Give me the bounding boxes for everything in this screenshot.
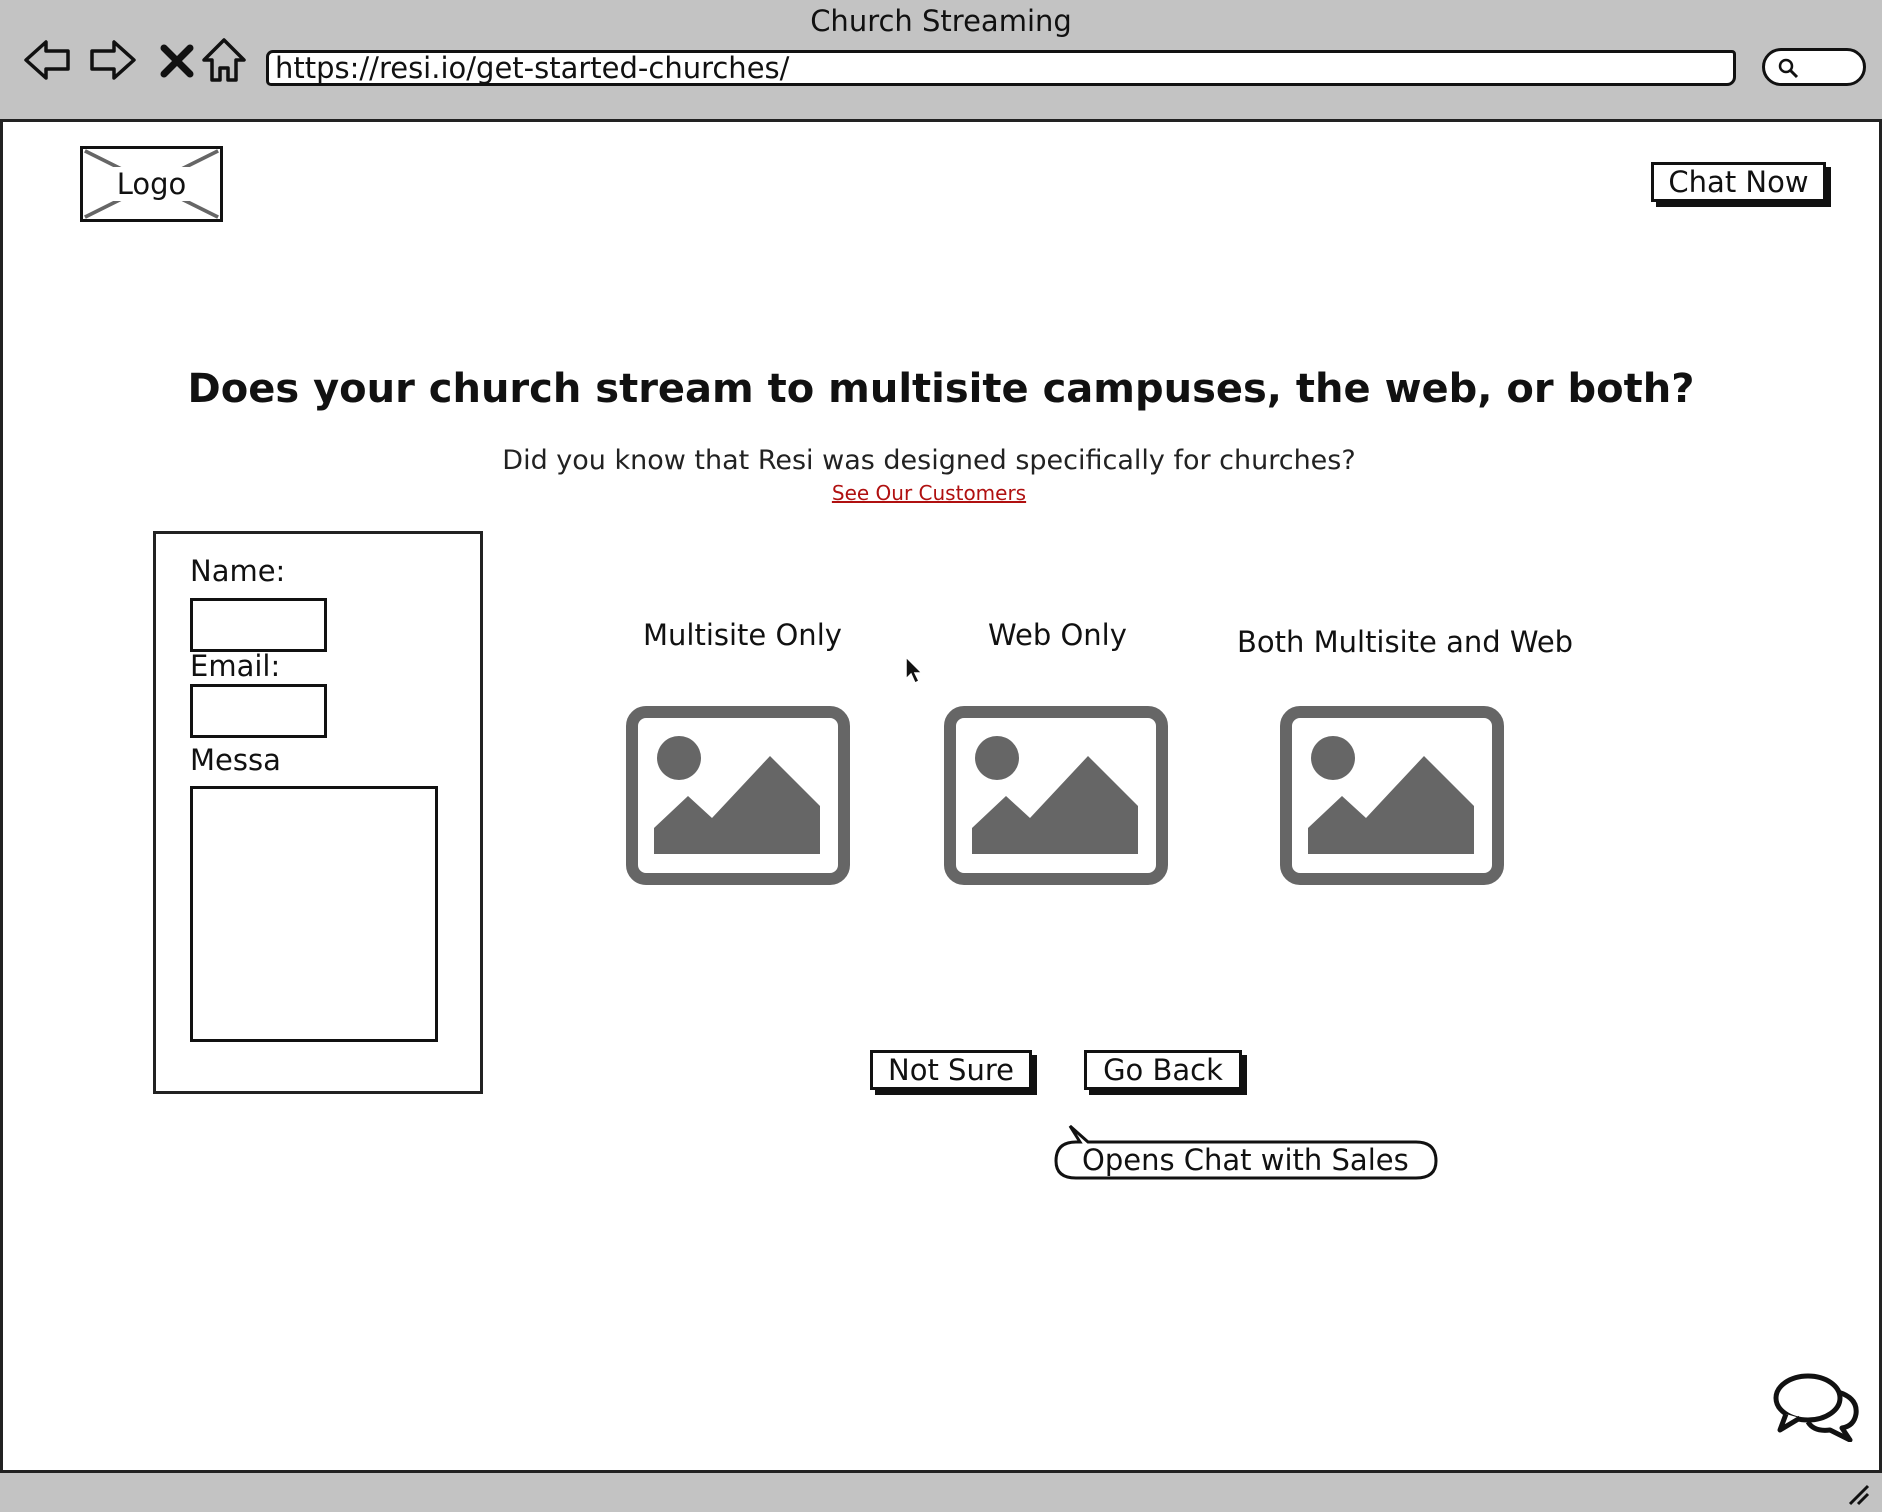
- browser-status-bar: [0, 1470, 1882, 1512]
- callout-note: Opens Chat with Sales: [1052, 1122, 1440, 1180]
- callout-text: Opens Chat with Sales: [1082, 1143, 1409, 1177]
- back-arrow-icon[interactable]: [22, 34, 74, 86]
- option-label-web: Web Only: [988, 618, 1127, 652]
- message-label: Messa: [190, 743, 281, 777]
- home-icon[interactable]: [198, 34, 250, 86]
- page-subheadline: Did you know that Resi was designed spec…: [502, 445, 1356, 476]
- name-field[interactable]: [190, 598, 327, 652]
- browser-search-field[interactable]: [1762, 48, 1866, 86]
- image-placeholder-icon[interactable]: [944, 706, 1168, 885]
- mouse-cursor-icon: [905, 655, 924, 685]
- message-field[interactable]: [190, 786, 438, 1042]
- browser-toolbar: Church Streaming https://resi.io/get-sta…: [0, 0, 1882, 122]
- search-icon: [1778, 58, 1799, 79]
- logo-label: Logo: [112, 167, 191, 201]
- chat-bubbles-icon[interactable]: [1772, 1370, 1862, 1442]
- logo-placeholder: Logo: [80, 146, 223, 222]
- image-placeholder-icon[interactable]: [626, 706, 850, 885]
- option-label-both: Both Multisite and Web: [1237, 625, 1574, 659]
- contact-form-panel: Name: Email: Messa: [153, 531, 483, 1094]
- option-label-multisite: Multisite Only: [643, 618, 842, 652]
- window-title: Church Streaming: [810, 4, 1072, 38]
- name-label: Name:: [190, 554, 286, 588]
- forward-arrow-icon[interactable]: [86, 34, 138, 86]
- resize-grip-icon[interactable]: [1844, 1480, 1870, 1506]
- see-customers-link[interactable]: See Our Customers: [0, 481, 1858, 505]
- chat-now-button[interactable]: Chat Now: [1651, 162, 1826, 202]
- image-placeholder-icon[interactable]: [1280, 706, 1504, 885]
- stop-icon[interactable]: [152, 34, 204, 86]
- go-back-button[interactable]: Go Back: [1084, 1050, 1242, 1090]
- page-headline: Does your church stream to multisite cam…: [187, 366, 1695, 412]
- email-field[interactable]: [190, 684, 327, 738]
- email-label: Email:: [190, 649, 281, 683]
- address-bar[interactable]: https://resi.io/get-started-churches/: [266, 50, 1736, 86]
- not-sure-button[interactable]: Not Sure: [870, 1050, 1032, 1090]
